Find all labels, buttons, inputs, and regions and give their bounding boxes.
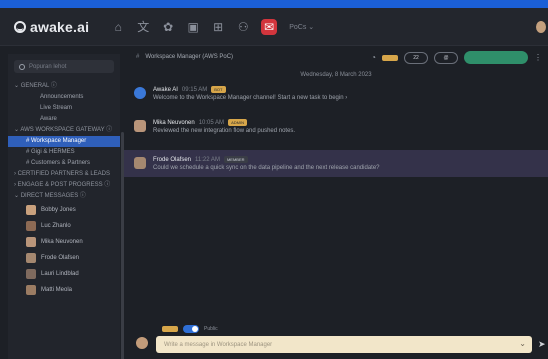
translate-icon[interactable]: 文: [136, 20, 150, 34]
message-author[interactable]: Frode Olafsen: [153, 157, 191, 163]
dm-item[interactable]: Frode Olafsen: [8, 250, 120, 266]
status-badge: [382, 54, 398, 61]
top-navigation-bar: awake.ai ⌂ 文 ✿ ▣ ⊞ ⚇ ✉ PoCs ⌄: [0, 8, 548, 46]
avatar: [26, 285, 36, 295]
composer-tools: Public: [162, 325, 218, 333]
message-text: Could we schedule a quick sync on the da…: [153, 165, 380, 171]
channel-header: # Workspace Manager (AWS PoC) ◔ 22 @ ⋮: [124, 46, 548, 68]
chevron-down-icon[interactable]: ⌄: [519, 339, 526, 348]
sidebar-item-live-stream[interactable]: Live Stream: [8, 103, 120, 114]
message-time: 11:22 AM: [195, 156, 220, 163]
sidebar-search[interactable]: Popuran lehot: [14, 60, 114, 73]
section-engage-progress[interactable]: › ENGAGE & POST PROGRESS ⓘ: [8, 180, 120, 191]
dm-item[interactable]: Mika Neuvonen: [8, 234, 120, 250]
section-general[interactable]: ⌄ GENERAL ⓘ: [8, 81, 120, 92]
team-icon[interactable]: ⚇: [236, 20, 250, 34]
header-actions: ◔ 22 @ ⋮: [371, 51, 542, 64]
avatar: [26, 253, 36, 263]
date-divider: Wednesday, 8 March 2023: [300, 72, 372, 78]
more-options-icon[interactable]: ⋮: [534, 53, 542, 62]
calendar-icon[interactable]: ▣: [186, 20, 200, 34]
message-text: Reviewed the new integration flow and pu…: [153, 128, 296, 134]
visibility-toggle[interactable]: [183, 325, 199, 333]
message-author[interactable]: Mika Neuvonen: [153, 120, 195, 126]
dm-item[interactable]: Matti Meola: [8, 282, 120, 298]
toggle-label: Public: [204, 326, 218, 332]
message-author[interactable]: Awake AI: [153, 87, 178, 93]
message[interactable]: Mika Neuvonen 10:05 AM ADMIN Reviewed the …: [124, 119, 548, 134]
join-button[interactable]: [464, 51, 528, 64]
home-icon[interactable]: ⌂: [111, 20, 125, 34]
search-placeholder: Popuran lehot: [29, 63, 67, 70]
sidebar: Popuran lehot ⌄ GENERAL ⓘ Announcements …: [8, 54, 124, 359]
avatar: [26, 205, 36, 215]
format-badge[interactable]: [162, 326, 178, 332]
app-window: awake.ai ⌂ 文 ✿ ▣ ⊞ ⚇ ✉ PoCs ⌄ Popuran le…: [0, 8, 548, 359]
send-icon[interactable]: ➤: [538, 339, 546, 350]
avatar: [26, 221, 36, 231]
app-logo-text: awake.ai: [30, 18, 90, 35]
section-workspace[interactable]: ⌄ AWS WORKSPACE GATEWAY ⓘ: [8, 125, 120, 136]
app-logo[interactable]: awake.ai: [14, 19, 89, 35]
channel-gigi-hermes[interactable]: # Gigi & HERMES: [8, 147, 120, 158]
chat-icon[interactable]: ✉: [261, 18, 278, 35]
avatar: [134, 157, 146, 169]
channel-main: # Workspace Manager (AWS PoC) ◔ 22 @ ⋮ W…: [124, 46, 548, 359]
section-certified-partners[interactable]: › CERTIFIED PARTNERS & LEADS: [8, 169, 120, 180]
sprout-icon[interactable]: ✿: [161, 20, 175, 34]
avatar: [26, 269, 36, 279]
message-input[interactable]: Write a message in Workspace Manager ⌄: [156, 336, 532, 353]
role-badge: ADMIN: [228, 119, 247, 126]
message-text: Welcome to the Workspace Manager channel…: [153, 95, 348, 101]
channel-customers-partners[interactable]: # Customers & Partners: [8, 158, 120, 169]
grid-icon[interactable]: ⊞: [211, 20, 225, 34]
channel-title: Workspace Manager (AWS PoC): [145, 54, 234, 60]
workspace-selector[interactable]: PoCs ⌄: [289, 23, 314, 31]
notification-icon[interactable]: ◔: [371, 53, 376, 62]
members-button[interactable]: 22: [404, 51, 428, 64]
avatar: [26, 237, 36, 247]
message-time: 10:05 AM: [198, 119, 225, 126]
search-icon: [19, 63, 25, 70]
role-badge: BOT: [211, 86, 226, 93]
user-avatar[interactable]: [536, 21, 546, 33]
composer-avatar: [136, 337, 148, 349]
mentions-button[interactable]: @: [434, 51, 458, 64]
message-time: 09:15 AM: [181, 86, 208, 93]
section-direct-messages[interactable]: ⌄ DIRECT MESSAGES ⓘ: [8, 191, 120, 202]
channel-workspace-manager[interactable]: # Workspace Manager: [8, 136, 120, 147]
sidebar-item-aware[interactable]: Aware: [8, 114, 120, 125]
avatar: [134, 120, 146, 132]
message-highlighted[interactable]: Frode Olafsen 11:22 AM MEMBER Could we sch…: [124, 150, 548, 177]
channel-hash-icon: #: [136, 54, 140, 60]
top-nav-icons: ⌂ 文 ✿ ▣ ⊞ ⚇ ✉: [111, 18, 278, 35]
bot-avatar: [134, 87, 146, 99]
message-input-placeholder: Write a message in Workspace Manager: [164, 341, 273, 348]
awake-logo-icon: [14, 20, 26, 33]
message[interactable]: Awake AI 09:15 AM BOT Welcome to the Works…: [124, 86, 548, 101]
dm-item[interactable]: Luc Zhanlo: [8, 218, 120, 234]
dm-item[interactable]: Bobby Jones: [8, 202, 120, 218]
sidebar-item-announcements[interactable]: Announcements: [8, 92, 120, 103]
dm-item[interactable]: Lauri Lindblad: [8, 266, 120, 282]
role-badge: MEMBER: [223, 156, 248, 163]
